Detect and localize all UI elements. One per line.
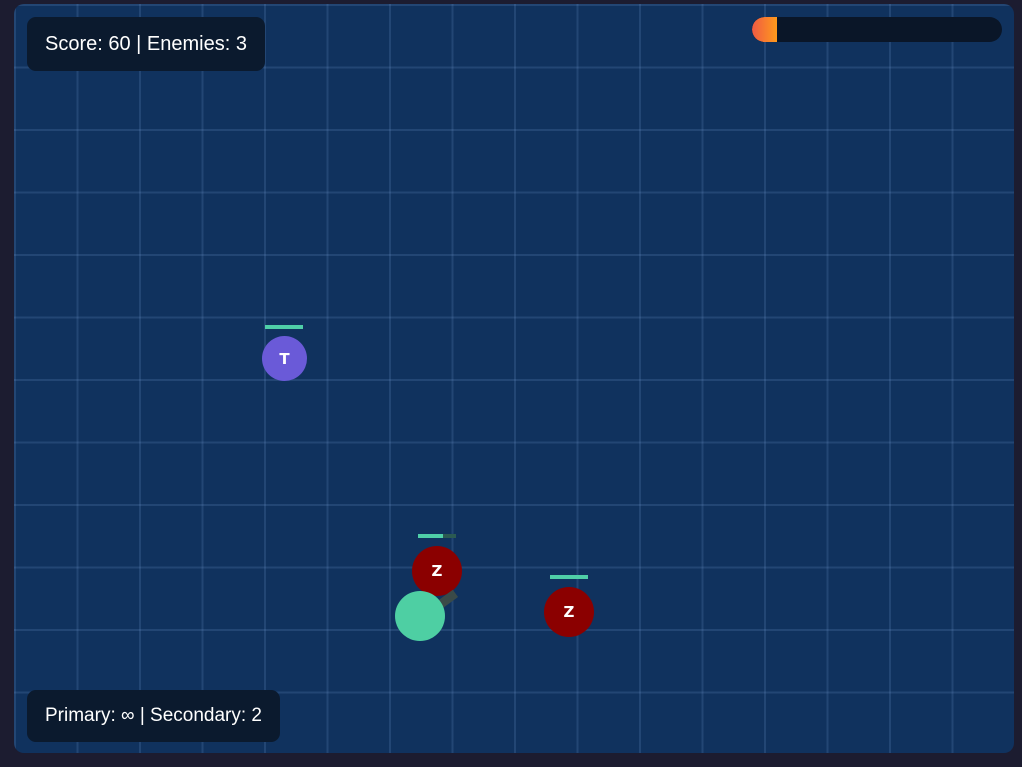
player-health-bar	[752, 17, 1002, 42]
enemy-health-bar-zombie	[418, 534, 456, 538]
ammo-text: Primary: ∞ | Secondary: 2	[45, 705, 262, 726]
score-panel: Score: 60 | Enemies: 3	[27, 17, 265, 71]
score-text: Score: 60 | Enemies: 3	[45, 32, 247, 55]
ammo-panel: Primary: ∞ | Secondary: 2	[27, 690, 280, 742]
enemy-health-fill	[265, 325, 303, 329]
enemy-health-bar-zombie	[550, 575, 588, 579]
enemy-letter: Z	[431, 562, 443, 580]
game-arena[interactable]: Score: 60 | Enemies: 3 T Z Z Primary: ∞ …	[14, 4, 1014, 753]
player-health-fill	[752, 17, 777, 42]
enemy-health-bar-tank	[265, 325, 303, 329]
player[interactable]	[395, 591, 445, 641]
enemy-health-fill	[418, 534, 443, 538]
enemy-letter: Z	[563, 603, 575, 621]
enemy-zombie[interactable]: Z	[412, 546, 462, 596]
enemy-health-fill	[550, 575, 588, 579]
enemy-tank[interactable]: T	[262, 336, 307, 381]
enemy-letter: T	[279, 349, 290, 368]
enemy-zombie[interactable]: Z	[544, 587, 594, 637]
